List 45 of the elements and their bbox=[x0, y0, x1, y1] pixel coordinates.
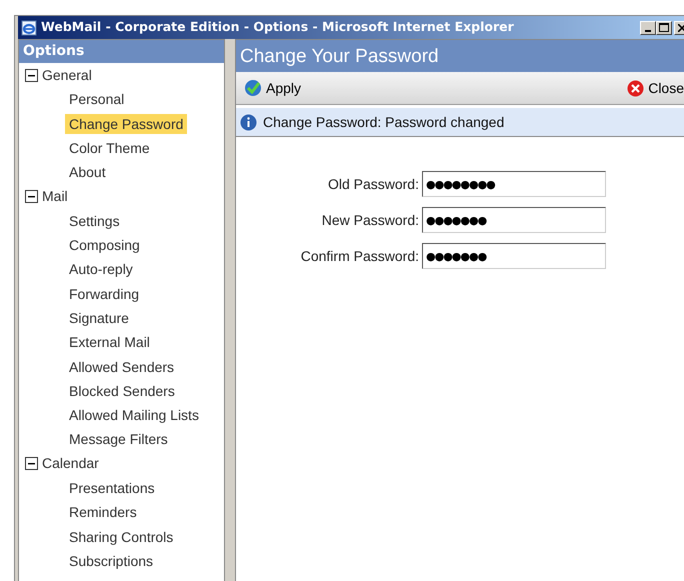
tree-item[interactable]: Auto-reply bbox=[65, 259, 137, 280]
page-title: Change Your Password bbox=[236, 40, 684, 72]
tree-item[interactable]: Blocked Senders bbox=[65, 380, 179, 401]
field-label: New Password: bbox=[320, 210, 420, 230]
close-page-button[interactable]: Close bbox=[627, 78, 684, 98]
tree-item[interactable]: Composing bbox=[65, 235, 144, 256]
field-label: Confirm Password: bbox=[300, 246, 420, 266]
tree-item[interactable]: Allowed Mailing Lists bbox=[65, 405, 203, 426]
tree-item[interactable]: External Mail bbox=[65, 332, 154, 352]
apply-button[interactable]: Apply bbox=[244, 78, 302, 98]
tree-section[interactable]: Calendar bbox=[42, 453, 99, 474]
collapse-icon[interactable] bbox=[25, 68, 38, 82]
tree-item[interactable]: Settings bbox=[65, 210, 124, 231]
maximize-button[interactable] bbox=[656, 20, 672, 34]
close-icon bbox=[678, 24, 684, 32]
browser-icon bbox=[21, 20, 37, 36]
password-field[interactable]: ●●●●●●●● bbox=[422, 171, 606, 197]
tree-item[interactable]: Change Password bbox=[65, 114, 188, 134]
tree-item[interactable]: Reminders bbox=[65, 502, 141, 522]
tree-item[interactable]: Personal bbox=[65, 89, 128, 110]
tree-section[interactable]: Mail bbox=[42, 186, 68, 208]
minimize-button[interactable] bbox=[640, 20, 656, 34]
tree-item[interactable]: Message Filters bbox=[65, 429, 172, 450]
tree-item[interactable]: Presentations bbox=[65, 478, 159, 498]
maximize-icon bbox=[659, 23, 669, 32]
minimize-icon bbox=[645, 30, 651, 32]
tree-section[interactable]: General bbox=[42, 64, 92, 86]
tree-item[interactable]: Color Theme bbox=[65, 138, 154, 158]
field-label: Old Password: bbox=[326, 174, 420, 194]
check-icon bbox=[244, 79, 262, 97]
password-field[interactable]: ●●●●●●● bbox=[422, 207, 606, 233]
tree-item[interactable]: Subscriptions bbox=[65, 550, 158, 571]
tree-item[interactable]: Sharing Controls bbox=[65, 526, 178, 547]
tree-item[interactable]: Forwarding bbox=[65, 284, 144, 304]
sidebar-title: Options bbox=[19, 40, 224, 63]
tree-item[interactable]: Allowed Senders bbox=[65, 356, 178, 377]
collapse-icon[interactable] bbox=[25, 457, 38, 470]
collapse-icon[interactable] bbox=[25, 190, 38, 204]
status-message: Change Password: Password changed bbox=[263, 112, 504, 132]
close-icon bbox=[627, 80, 644, 96]
window-title: WebMail - Corporate Edition - Options - Microsoft Internet Explorer bbox=[41, 18, 515, 36]
tree-item[interactable]: About bbox=[65, 162, 110, 182]
tree-item[interactable]: Signature bbox=[65, 308, 133, 328]
password-field[interactable]: ●●●●●●● bbox=[422, 243, 606, 269]
info-icon bbox=[240, 114, 257, 130]
